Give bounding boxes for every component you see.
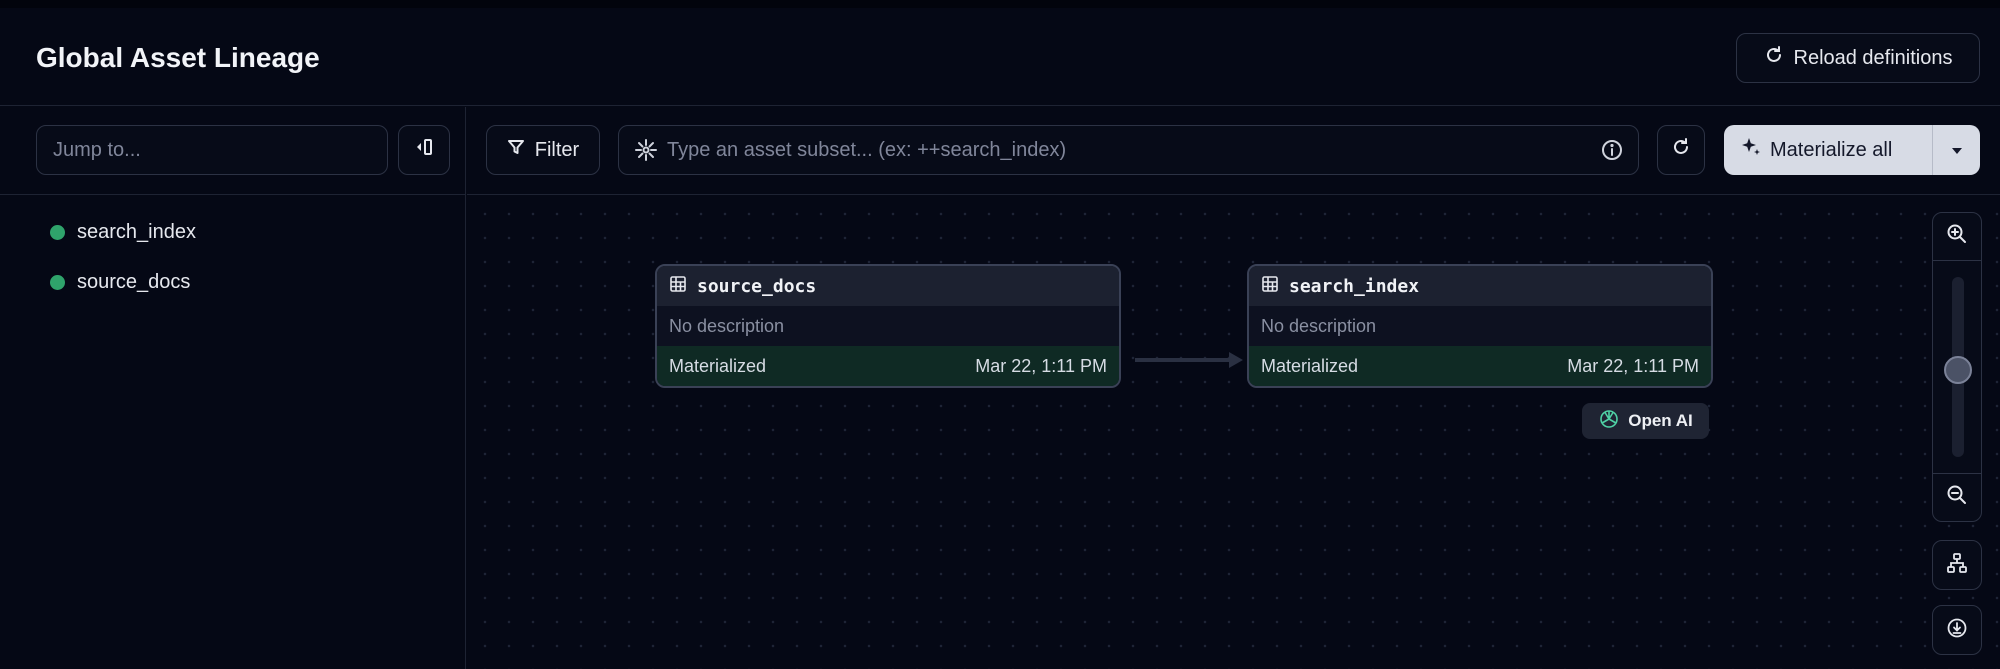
- lineage-graph-canvas[interactable]: source_docs No description Materialized …: [467, 196, 2000, 669]
- refresh-icon: [1671, 137, 1691, 163]
- asset-subset-input[interactable]: [667, 138, 1600, 162]
- layout-graph-button[interactable]: [1932, 540, 1982, 590]
- layout-icon: [1946, 552, 1968, 579]
- panel-collapse-icon: [413, 136, 435, 164]
- materialize-options-dropdown[interactable]: [1933, 139, 1980, 162]
- zoom-out-icon: [1945, 483, 1969, 512]
- zoom-in-icon: [1945, 222, 1969, 251]
- openai-icon: [1598, 408, 1620, 435]
- list-item-source-docs[interactable]: source_docs: [0, 257, 466, 307]
- node-name: source_docs: [697, 275, 817, 297]
- reload-definitions-label: Reload definitions: [1793, 46, 1953, 69]
- table-icon: [1261, 275, 1279, 298]
- node-description: No description: [657, 306, 1119, 346]
- node-header: search_index: [1249, 266, 1711, 306]
- materialize-all-label: Materialize all: [1770, 138, 1893, 161]
- info-icon[interactable]: [1600, 138, 1624, 162]
- tag-label: Open AI: [1628, 411, 1693, 430]
- compute-kind-tag[interactable]: Open AI: [1582, 403, 1709, 439]
- node-description: No description: [1249, 306, 1711, 346]
- asset-node-source-docs[interactable]: source_docs No description Materialized …: [655, 264, 1121, 388]
- asset-sidebar: search_index source_docs: [0, 107, 466, 669]
- filter-icon: [507, 138, 525, 162]
- lineage-main: Filter Materialize all: [467, 107, 2000, 669]
- asset-selection-icon: [633, 137, 659, 163]
- reload-definitions-button[interactable]: Reload definitions: [1736, 33, 1980, 83]
- node-status-row: Materialized Mar 22, 1:11 PM: [657, 346, 1119, 386]
- materialize-all-button[interactable]: Materialize all: [1724, 125, 1980, 175]
- node-timestamp: Mar 22, 1:11 PM: [1567, 355, 1699, 376]
- asset-label: search_index: [77, 220, 196, 243]
- download-graph-button[interactable]: [1932, 605, 1982, 655]
- table-icon: [669, 275, 687, 298]
- asset-subset-field: [618, 125, 1639, 175]
- asset-label: source_docs: [77, 270, 191, 293]
- node-header: source_docs: [657, 266, 1119, 306]
- node-status: Materialized: [669, 355, 767, 376]
- refresh-icon: [1764, 45, 1784, 71]
- node-timestamp: Mar 22, 1:11 PM: [975, 355, 1107, 376]
- zoom-slider-panel: [1932, 212, 1982, 522]
- node-name: search_index: [1289, 275, 1420, 297]
- status-dot: [50, 224, 65, 240]
- asset-list: search_index source_docs: [0, 207, 466, 307]
- sparkle-icon: [1740, 136, 1762, 164]
- page-header: Global Asset Lineage Reload definitions: [0, 8, 2000, 106]
- zoom-in-button[interactable]: [1933, 213, 1981, 261]
- node-status: Materialized: [1261, 355, 1359, 376]
- jump-to-input[interactable]: [36, 125, 388, 175]
- graph-toolbar: Filter Materialize all: [467, 107, 2000, 195]
- node-status-row: Materialized Mar 22, 1:11 PM: [1249, 346, 1711, 386]
- zoom-out-button[interactable]: [1933, 473, 1981, 521]
- chevron-down-icon: [1950, 139, 1964, 162]
- filter-button[interactable]: Filter: [486, 125, 600, 175]
- zoom-slider-thumb[interactable]: [1944, 356, 1972, 384]
- filter-label: Filter: [534, 138, 580, 161]
- refresh-graph-button[interactable]: [1657, 125, 1705, 175]
- status-dot: [50, 274, 65, 290]
- page-title: Global Asset Lineage: [36, 42, 320, 73]
- list-item-search-index[interactable]: search_index: [0, 207, 466, 257]
- download-icon: [1946, 617, 1968, 644]
- asset-node-search-index[interactable]: search_index No description Materialized…: [1247, 264, 1713, 388]
- sidebar-search-bar: [0, 107, 466, 195]
- materialize-all-main[interactable]: Materialize all: [1724, 136, 1932, 164]
- collapse-sidebar-button[interactable]: [398, 125, 450, 175]
- window-top-strip: [0, 0, 2000, 8]
